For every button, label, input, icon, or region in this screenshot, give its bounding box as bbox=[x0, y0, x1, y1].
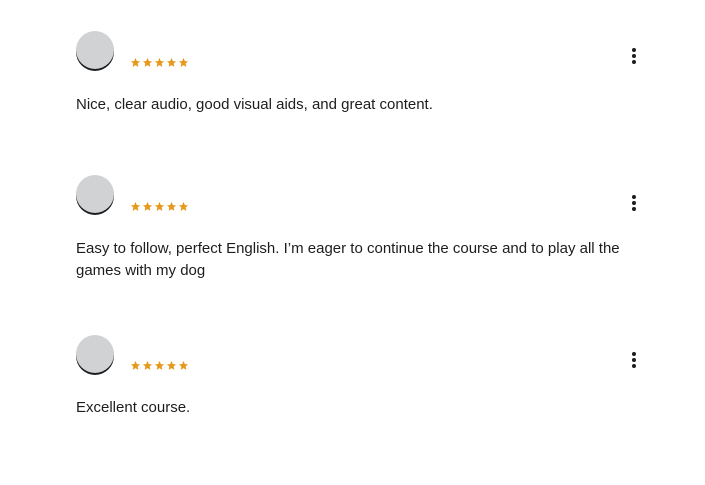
star-icon bbox=[154, 360, 165, 371]
star-icon bbox=[130, 201, 141, 212]
more-vertical-icon bbox=[632, 48, 636, 52]
more-options-button[interactable] bbox=[626, 192, 642, 214]
star-icon bbox=[166, 57, 177, 68]
star-icon bbox=[154, 201, 165, 212]
star-icon bbox=[178, 201, 189, 212]
more-options-button[interactable] bbox=[626, 45, 642, 67]
star-rating bbox=[130, 201, 189, 212]
star-rating bbox=[130, 57, 189, 68]
more-vertical-icon bbox=[632, 352, 636, 356]
avatar bbox=[76, 31, 114, 69]
more-vertical-icon bbox=[632, 195, 636, 199]
star-icon bbox=[142, 360, 153, 371]
star-icon bbox=[154, 57, 165, 68]
review-text: Nice, clear audio, good visual aids, and… bbox=[76, 96, 433, 113]
star-icon bbox=[130, 360, 141, 371]
more-options-button[interactable] bbox=[626, 349, 642, 371]
star-icon bbox=[142, 57, 153, 68]
star-icon bbox=[142, 201, 153, 212]
avatar bbox=[76, 175, 114, 213]
review-text: Excellent course. bbox=[76, 399, 191, 416]
star-icon bbox=[178, 360, 189, 371]
star-icon bbox=[178, 57, 189, 68]
star-rating bbox=[130, 360, 189, 371]
review-text: Easy to follow, perfect English. I’m eag… bbox=[76, 240, 620, 279]
star-icon bbox=[166, 201, 177, 212]
star-icon bbox=[166, 360, 177, 371]
star-icon bbox=[130, 57, 141, 68]
avatar bbox=[76, 335, 114, 373]
